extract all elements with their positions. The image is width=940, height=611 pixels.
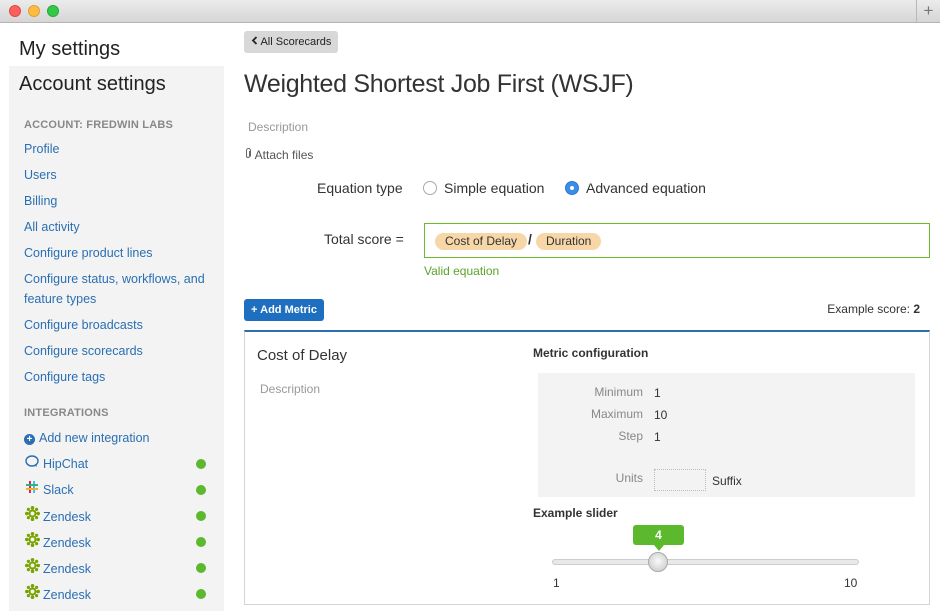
status-indicator: [196, 563, 206, 573]
hipchat-icon: [24, 454, 40, 474]
window-titlebar: +: [0, 0, 940, 23]
suffix-label: Suffix: [712, 474, 742, 488]
integration-label: Slack: [43, 483, 74, 497]
sidebar-item-profile[interactable]: Profile: [24, 139, 214, 159]
metric-configuration-panel: Minimum 1 Maximum 10 Step 1 Units Suffix: [538, 373, 915, 497]
sidebar-item-status-line1: Configure status, workflows, and: [24, 272, 205, 286]
add-integration-link[interactable]: + Add new integration: [24, 428, 214, 448]
metric-configuration-title: Metric configuration: [533, 346, 649, 360]
total-score-label: Total score =: [324, 231, 404, 247]
example-slider-track[interactable]: [552, 559, 859, 565]
integration-label: Zendesk: [43, 536, 91, 550]
integration-item-slack[interactable]: Slack: [24, 480, 214, 500]
sidebar-item-status-line2: feature types: [24, 292, 97, 306]
sidebar-item-status-workflows[interactable]: Configure status, workflows, and feature…: [24, 269, 214, 309]
status-indicator: [196, 485, 206, 495]
zendesk-icon: [24, 506, 40, 527]
add-integration-label: Add new integration: [39, 431, 150, 445]
plus-icon: +: [251, 304, 258, 316]
attach-files-link[interactable]: Attach files: [244, 148, 313, 162]
integration-label: Zendesk: [43, 562, 91, 576]
equation-type-label: Equation type: [317, 180, 403, 196]
integration-item-zendesk[interactable]: Zendesk: [24, 532, 214, 552]
integration-label: Zendesk: [43, 588, 91, 602]
slack-icon: [24, 480, 40, 500]
minimize-window-button[interactable]: [28, 5, 40, 17]
account-settings-panel: Account settings ACCOUNT: FREDWIN LABS P…: [9, 66, 224, 611]
account-settings-heading: Account settings: [19, 73, 166, 95]
status-indicator: [196, 511, 206, 521]
sidebar-item-tags[interactable]: Configure tags: [24, 367, 214, 387]
close-window-button[interactable]: [9, 5, 21, 17]
metric-name[interactable]: Cost of Delay: [257, 347, 347, 364]
plus-circle-icon: +: [24, 434, 35, 445]
page-title[interactable]: Weighted Shortest Job First (WSJF): [244, 70, 634, 99]
maximum-label: Maximum: [590, 407, 643, 421]
status-indicator: [196, 537, 206, 547]
new-tab-button[interactable]: +: [916, 0, 940, 22]
example-slider-handle[interactable]: [648, 552, 668, 572]
advanced-equation-radio[interactable]: [565, 181, 579, 195]
zendesk-icon: [24, 584, 40, 605]
step-label: Step: [618, 429, 643, 443]
slider-value-tooltip: 4: [633, 525, 684, 551]
integration-item-zendesk[interactable]: Zendesk: [24, 584, 214, 604]
formula-operator: /: [528, 231, 532, 247]
minimum-label: Minimum: [594, 385, 643, 399]
sidebar-item-all-activity[interactable]: All activity: [24, 217, 214, 237]
simple-equation-label[interactable]: Simple equation: [444, 180, 544, 196]
example-score-label: Example score:: [827, 302, 910, 316]
add-metric-label: Add Metric: [260, 304, 317, 316]
formula-term-cost-of-delay[interactable]: Cost of Delay: [435, 233, 528, 250]
example-score-value: 2: [913, 302, 920, 316]
status-indicator: [196, 589, 206, 599]
status-indicator: [196, 459, 206, 469]
attach-files-label: Attach files: [254, 148, 314, 162]
sidebar-item-billing[interactable]: Billing: [24, 191, 214, 211]
sidebar-item-product-lines[interactable]: Configure product lines: [24, 243, 214, 263]
my-settings-heading[interactable]: My settings: [19, 38, 120, 61]
integration-item-zendesk[interactable]: Zendesk: [24, 558, 214, 578]
integration-label: Zendesk: [43, 510, 91, 524]
units-input[interactable]: [654, 469, 706, 491]
slider-min-label: 1: [553, 576, 560, 590]
equation-editor[interactable]: Cost of Delay / Duration: [424, 223, 930, 258]
formula-term-duration[interactable]: Duration: [536, 233, 602, 250]
integration-item-zendesk[interactable]: Zendesk: [24, 506, 214, 526]
zendesk-icon: [24, 558, 40, 579]
zoom-window-button[interactable]: [47, 5, 59, 17]
slider-max-label: 10: [844, 576, 858, 590]
integrations-section-title: INTEGRATIONS: [24, 407, 109, 419]
maximum-value[interactable]: 10: [654, 408, 667, 422]
back-button-label: All Scorecards: [260, 36, 332, 48]
settings-sidebar: My settings Account settings ACCOUNT: FR…: [9, 23, 224, 611]
sidebar-item-scorecards[interactable]: Configure scorecards: [24, 341, 214, 361]
simple-equation-radio[interactable]: [423, 181, 437, 195]
zendesk-icon: [24, 532, 40, 553]
equation-valid-message: Valid equation: [424, 264, 500, 278]
units-label: Units: [615, 471, 643, 485]
scorecard-description-field[interactable]: Description: [248, 120, 308, 134]
advanced-equation-label[interactable]: Advanced equation: [586, 180, 706, 196]
metric-card: Cost of Delay Description Metric configu…: [244, 330, 930, 605]
add-metric-button[interactable]: + Add Metric: [244, 299, 324, 321]
back-to-scorecards-button[interactable]: All Scorecards: [244, 31, 339, 53]
minimum-value[interactable]: 1: [654, 386, 661, 400]
integration-item-hipchat[interactable]: HipChat: [24, 454, 214, 474]
step-value[interactable]: 1: [654, 430, 661, 444]
account-section-title: ACCOUNT: FREDWIN LABS: [24, 119, 174, 131]
sidebar-item-users[interactable]: Users: [24, 165, 214, 185]
paperclip-icon: [244, 148, 255, 162]
metric-description-field[interactable]: Description: [260, 382, 320, 396]
example-score: Example score: 2: [827, 302, 920, 316]
example-slider-title: Example slider: [533, 506, 618, 520]
integration-label: HipChat: [43, 457, 89, 471]
sidebar-item-broadcasts[interactable]: Configure broadcasts: [24, 315, 214, 335]
